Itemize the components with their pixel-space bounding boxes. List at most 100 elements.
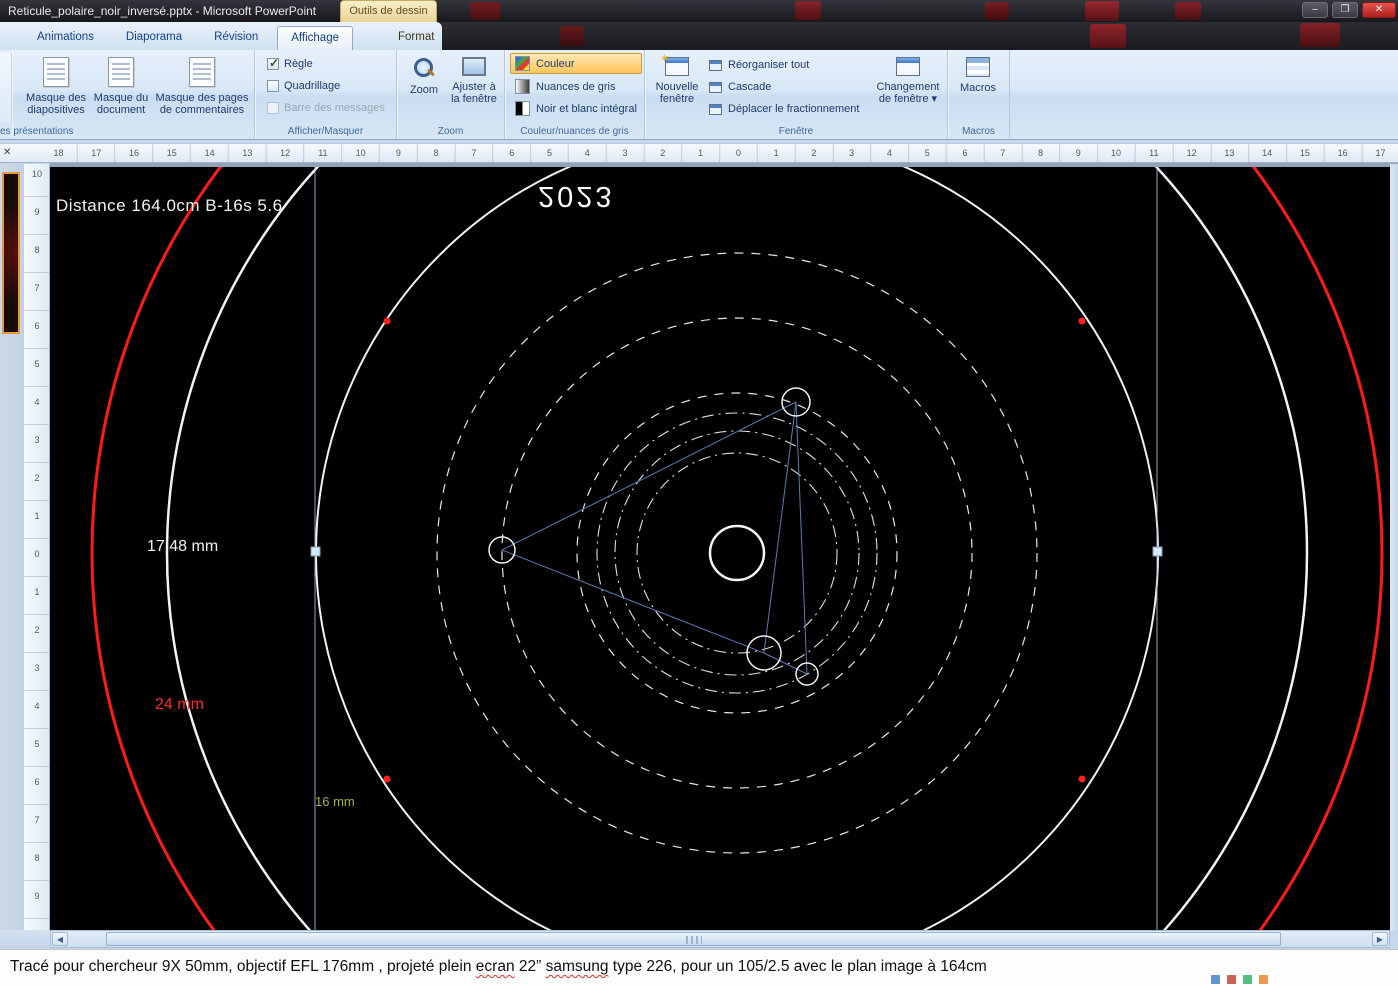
- desktop-wallpaper-card: [1085, 1, 1119, 21]
- reticle-circle-dashdot-3[interactable]: [636, 452, 838, 654]
- distance-label[interactable]: Distance 164.0cm B-16s 5.6: [56, 196, 283, 216]
- label-16mm[interactable]: 16 mm: [315, 794, 355, 809]
- maximize-button[interactable]: ❐: [1332, 2, 1358, 18]
- desktop-wallpaper-card: [795, 1, 821, 20]
- vruler-number: 1: [34, 511, 40, 521]
- ribbon-button-cut[interactable]: [0, 53, 12, 123]
- group-color: Couleur Nuances de gris Noir et blanc in…: [505, 50, 645, 138]
- grayscale-mode-button[interactable]: Nuances de gris: [510, 76, 642, 97]
- vruler-number: 10: [31, 169, 42, 179]
- tray-icon[interactable]: [1227, 975, 1236, 984]
- color-mode-button[interactable]: Couleur: [510, 53, 642, 74]
- selection-handle-left[interactable]: [310, 546, 321, 557]
- contextual-tab-group-label: Outils de dessin: [340, 0, 437, 22]
- close-pane-icon[interactable]: ✕: [3, 147, 11, 158]
- arrange-all-icon: [709, 59, 722, 71]
- notes-text-part: type 226, pour un 105/2.5 avec le plan i…: [608, 958, 987, 975]
- vertical-scrollbar-strip[interactable]: [1390, 164, 1398, 930]
- hruler-number: 13: [1224, 148, 1235, 158]
- fit-to-window-button[interactable]: Ajuster à la fenêtre: [449, 53, 499, 123]
- grayscale-swatch-icon: [515, 79, 530, 94]
- move-split-button[interactable]: Déplacer le fractionnement: [709, 100, 859, 118]
- grid-checkbox-row[interactable]: Quadrillage: [267, 78, 340, 94]
- close-button[interactable]: ✕: [1362, 2, 1396, 18]
- tab-strip: Animations Diaporama Révision Affichage …: [0, 22, 442, 50]
- constellation-lines[interactable]: [500, 401, 808, 675]
- slides-pane-sliver[interactable]: [0, 164, 24, 930]
- horizontal-ruler[interactable]: 18 17 16 15 14 13 12 11 10 9 8 7 6 5 4 3 2 1 0 1 2 3 4 5 6 7 8 9 10 1…: [0, 143, 1398, 163]
- horizontal-scrollbar[interactable]: ◀ ▶: [50, 930, 1390, 948]
- tray-icon[interactable]: [1211, 975, 1220, 984]
- notes-text-part: 22”: [514, 958, 546, 975]
- hruler-number: 8: [433, 148, 439, 158]
- hruler-number: 1: [698, 148, 704, 158]
- tab-diaporama[interactable]: Diaporama: [113, 26, 195, 50]
- red-marker-dot: [383, 775, 391, 783]
- reticle-circle-dashdot-1[interactable]: [596, 412, 878, 694]
- notes-master-button[interactable]: Masque des pages de commentaires: [154, 53, 250, 123]
- checkbox-icon[interactable]: [267, 56, 279, 70]
- message-bar-checkbox-row: Barre des messages: [267, 100, 385, 116]
- notes-bar[interactable]: Tracé pour chercheur 9X 50mm, objectif E…: [0, 949, 1398, 986]
- slide-thumbnail[interactable]: [2, 172, 20, 334]
- checkbox-icon[interactable]: [267, 80, 279, 92]
- misspelled-word: samsung: [545, 958, 609, 975]
- constellation-line[interactable]: [763, 401, 797, 654]
- taskbar-icons[interactable]: [1211, 975, 1268, 984]
- reticle-circle-dashed-outer[interactable]: [436, 252, 1038, 854]
- reticle-circle-outer-white[interactable]: [165, 167, 1309, 930]
- hruler-number: 10: [1111, 148, 1122, 158]
- ribbon-tab-row: Animations Diaporama Révision Affichage …: [0, 22, 1398, 50]
- tab-format[interactable]: Format: [385, 26, 447, 50]
- reticle-circle-dashed-mid[interactable]: [501, 317, 973, 789]
- hruler-number: 15: [1299, 148, 1310, 158]
- handout-master-button[interactable]: Masque du document: [90, 53, 152, 123]
- new-window-button[interactable]: ✶ Nouvelle fenêtre: [649, 53, 705, 123]
- tab-affichage[interactable]: Affichage: [277, 26, 353, 50]
- group-masters-label: es présentations: [0, 126, 74, 137]
- hruler-number: 17: [91, 148, 102, 158]
- reticle-circle-dashdot-2[interactable]: [614, 430, 860, 676]
- zoom-button[interactable]: Zoom: [402, 53, 446, 123]
- slide-master-button[interactable]: Masque des diapositives: [25, 53, 87, 123]
- black-white-mode-button[interactable]: Noir et blanc intégral: [510, 98, 642, 119]
- vertical-ruler[interactable]: 10 9 8 7 6 5 4 3 2 1 0 1 2 3 4 5 6 7 8 9: [24, 164, 50, 930]
- window-controls: – ❐ ✕: [1302, 2, 1396, 18]
- reticle-circle-dashed-inner[interactable]: [576, 392, 898, 714]
- cascade-button[interactable]: Cascade: [709, 78, 771, 96]
- hruler-number: 6: [962, 148, 968, 158]
- tab-revision[interactable]: Révision: [201, 26, 271, 50]
- reticle-circle-selected[interactable]: [315, 167, 1159, 930]
- arrange-all-button[interactable]: Réorganiser tout: [709, 56, 809, 74]
- desktop-wallpaper-card: [1175, 2, 1201, 20]
- red-marker-dot: [1078, 317, 1086, 325]
- vruler-number: 6: [34, 777, 40, 787]
- hruler-number: 9: [1075, 148, 1081, 158]
- scroll-left-arrow[interactable]: ◀: [52, 932, 68, 946]
- switch-windows-button[interactable]: Changement de fenêtre ▾: [873, 53, 943, 123]
- label-17-48mm[interactable]: 17.48 mm: [147, 538, 218, 556]
- ruler-checkbox-row[interactable]: Règle: [267, 56, 313, 72]
- minimize-button[interactable]: –: [1302, 2, 1328, 18]
- red-marker-dot: [383, 317, 391, 325]
- reticle-center-circle[interactable]: [708, 524, 766, 582]
- selection-handle-right[interactable]: [1152, 546, 1163, 557]
- hruler-number: 16: [1337, 148, 1348, 158]
- fit-window-icon: [462, 57, 486, 76]
- tray-icon[interactable]: [1243, 975, 1252, 984]
- sparkle-icon: ✶: [660, 53, 670, 65]
- title-bar[interactable]: Reticule_polaire_noir_inversé.pptx - Mic…: [0, 0, 1398, 22]
- tab-animations[interactable]: Animations: [24, 26, 107, 50]
- vruler-number: 9: [34, 891, 40, 901]
- slide-canvas[interactable]: Distance 164.0cm B-16s 5.6 2023 17.48 mm…: [50, 167, 1390, 930]
- year-label-mirrored[interactable]: 2023: [538, 179, 615, 212]
- group-color-label: Couleur/nuances de gris: [520, 126, 629, 137]
- group-window-label: Fenêtre: [778, 126, 814, 137]
- scrollbar-thumb[interactable]: [106, 932, 1281, 946]
- scroll-right-arrow[interactable]: ▶: [1372, 932, 1388, 946]
- label-24mm[interactable]: 24 mm: [155, 696, 204, 714]
- macros-button[interactable]: Macros: [954, 53, 1002, 123]
- hruler-number: 1: [773, 148, 779, 158]
- tray-icon[interactable]: [1259, 975, 1268, 984]
- reticle-circle-red-24mm[interactable]: [90, 167, 1384, 930]
